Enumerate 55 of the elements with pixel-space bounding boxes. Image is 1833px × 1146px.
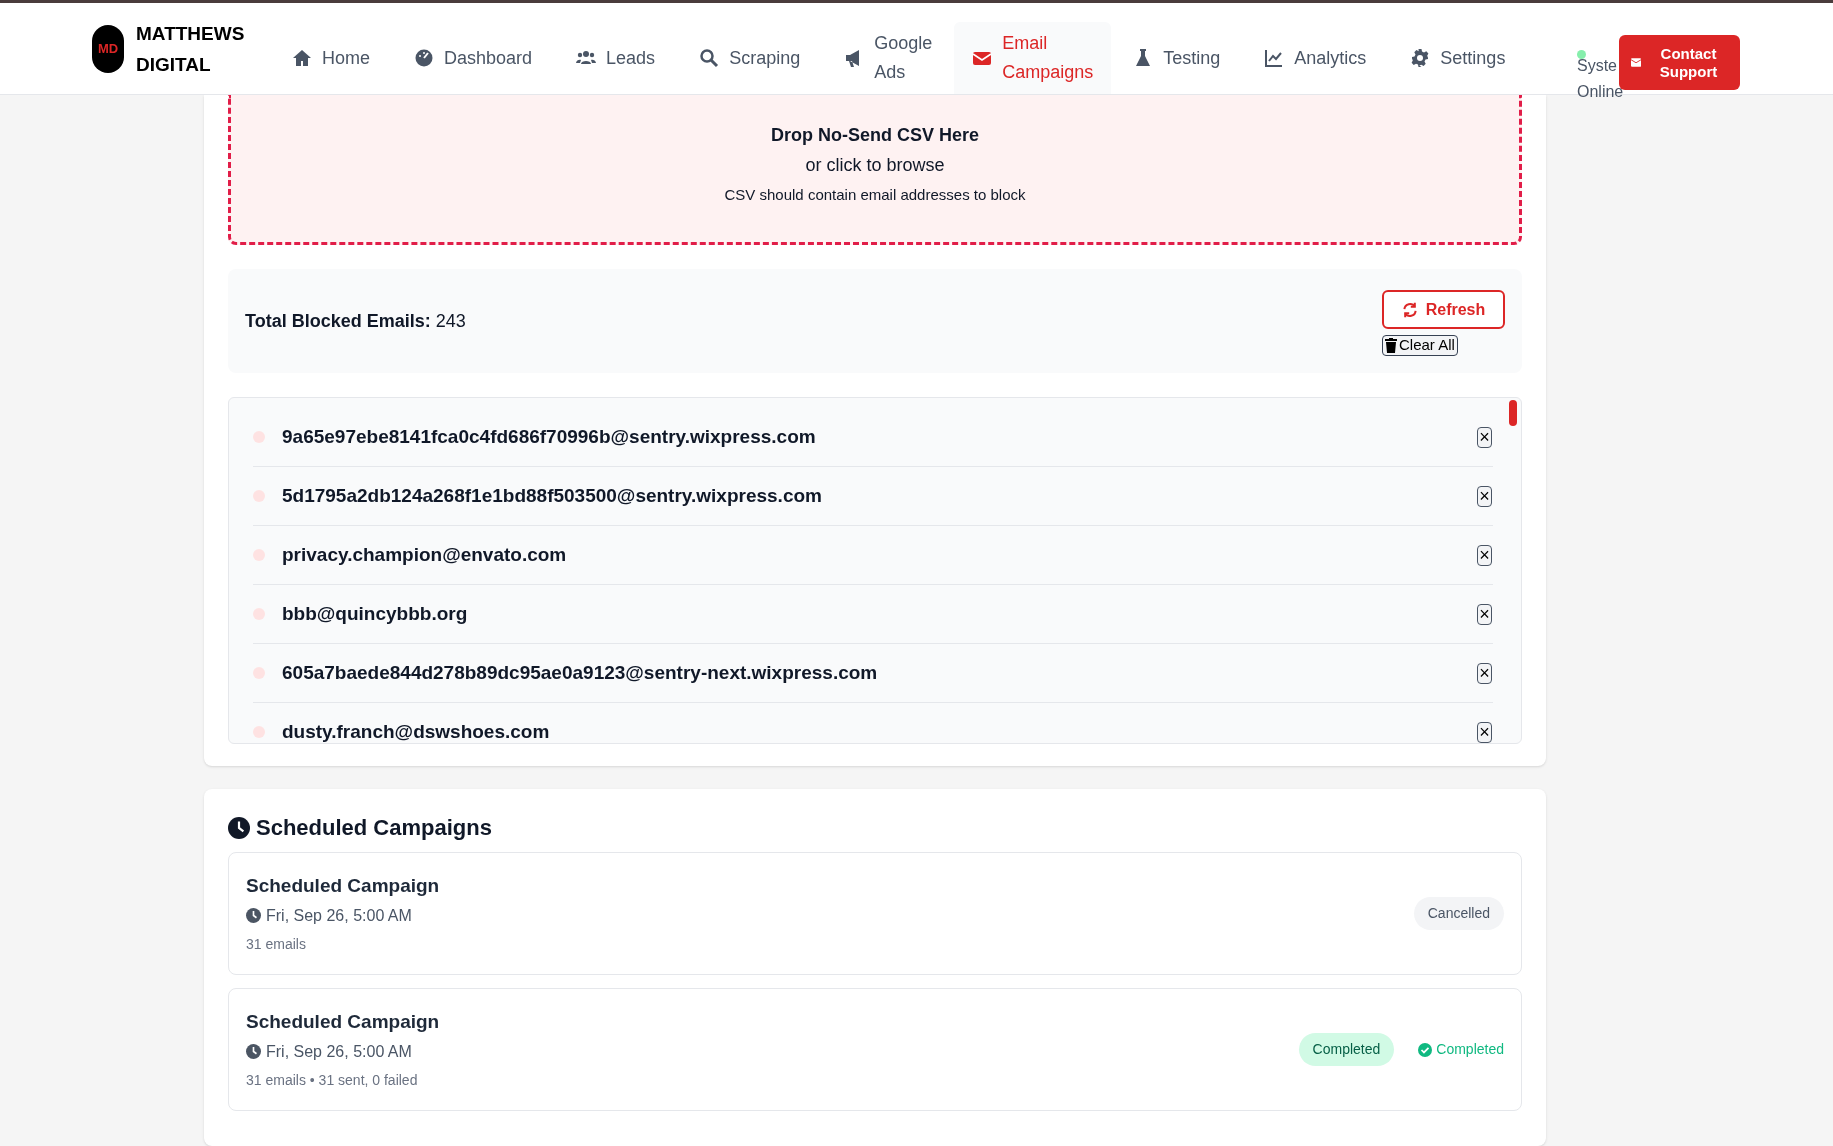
nav-tab[interactable]: Analytics — [1242, 22, 1389, 94]
settings-icon — [1410, 48, 1431, 68]
remove-button[interactable]: × — [1477, 544, 1492, 566]
home-icon — [292, 48, 312, 68]
clock-icon — [246, 908, 261, 923]
campaign-detail: 31 emails — [246, 934, 307, 954]
nav-tab[interactable]: Scraping — [677, 22, 823, 94]
remove-button[interactable]: × — [1477, 662, 1492, 684]
drop-zone-hint: CSV should contain email addresses to block — [724, 184, 1026, 205]
nav-tab[interactable]: Leads — [554, 22, 678, 94]
section-title: Scheduled Campaigns — [256, 814, 492, 842]
nav-tab[interactable]: Dashboard — [392, 22, 555, 94]
status-text: Completed — [1436, 1040, 1504, 1059]
nav-tab[interactable]: Testing — [1111, 22, 1243, 94]
remove-button[interactable]: × — [1477, 721, 1492, 743]
envelope-icon — [1631, 56, 1642, 69]
nav-tab[interactable]: Home — [270, 22, 392, 94]
campaign-time: Fri, Sep 26, 5:00 AM — [266, 1041, 412, 1062]
drop-zone[interactable]: Drop No-Send CSV Here or click to browse CSV should contain email addresses to block — [228, 95, 1522, 245]
nav-tab[interactable]: Settings — [1388, 22, 1528, 94]
clock-icon — [246, 1044, 261, 1059]
check-circle-icon — [1418, 1042, 1433, 1057]
blocked-email: privacy.champion@envato.com — [282, 542, 568, 567]
refresh-icon — [1401, 301, 1418, 318]
refresh-button[interactable]: Refresh — [1382, 290, 1505, 329]
campaign-name: Scheduled Campaign — [246, 873, 440, 898]
blocked-email: bbb@quincybbb.org — [282, 601, 469, 626]
blocked-email: dusty.franch@dswshoes.com — [282, 719, 551, 743]
blocked-email: 605a7baede844d278b89dc95ae0a9123@sentry-next.wixpress.com — [282, 660, 879, 685]
nav-tab[interactable]: Email Campaigns — [954, 22, 1112, 94]
clear-all-button[interactable]: Clear All — [1382, 335, 1458, 356]
nav-tab[interactable]: Google Ads — [822, 22, 955, 94]
status-badge: Completed — [1298, 1033, 1395, 1066]
total-blocked-text: Total Blocked Emails: 243 — [245, 309, 466, 333]
blocked-email: 9a65e97ebe8141fca0c4fd686f70996b@sentry.wixpress.com — [282, 424, 817, 449]
status-badge: Cancelled — [1413, 897, 1504, 930]
search-icon — [699, 48, 720, 68]
remove-button[interactable]: × — [1477, 485, 1492, 507]
line-chart-icon — [1264, 48, 1285, 68]
clock-icon — [228, 816, 250, 839]
campaign-time: Fri, Sep 26, 5:00 AM — [266, 905, 412, 926]
blocked-email: 5d1795a2db124a268f1e1bd88f503500@sentry.wixpress.com — [282, 483, 823, 508]
scrollbar-thumb[interactable] — [1509, 400, 1517, 426]
status-text: Syste — [1577, 56, 1618, 76]
gauge-icon — [414, 48, 434, 68]
trash-icon — [1385, 338, 1397, 353]
remove-button[interactable]: × — [1477, 426, 1492, 448]
brand-name: DIGITAL — [136, 52, 212, 77]
brand-name: MATTHEWS — [136, 21, 245, 46]
drop-zone-title: Drop No-Send CSV Here — [771, 123, 979, 147]
campaign-detail: 31 emails • 31 sent, 0 failed — [246, 1070, 419, 1090]
remove-button[interactable]: × — [1477, 603, 1492, 625]
drop-zone-subtitle: or click to browse — [805, 153, 945, 177]
logo: MD — [92, 24, 124, 73]
campaign-name: Scheduled Campaign — [246, 1009, 440, 1034]
